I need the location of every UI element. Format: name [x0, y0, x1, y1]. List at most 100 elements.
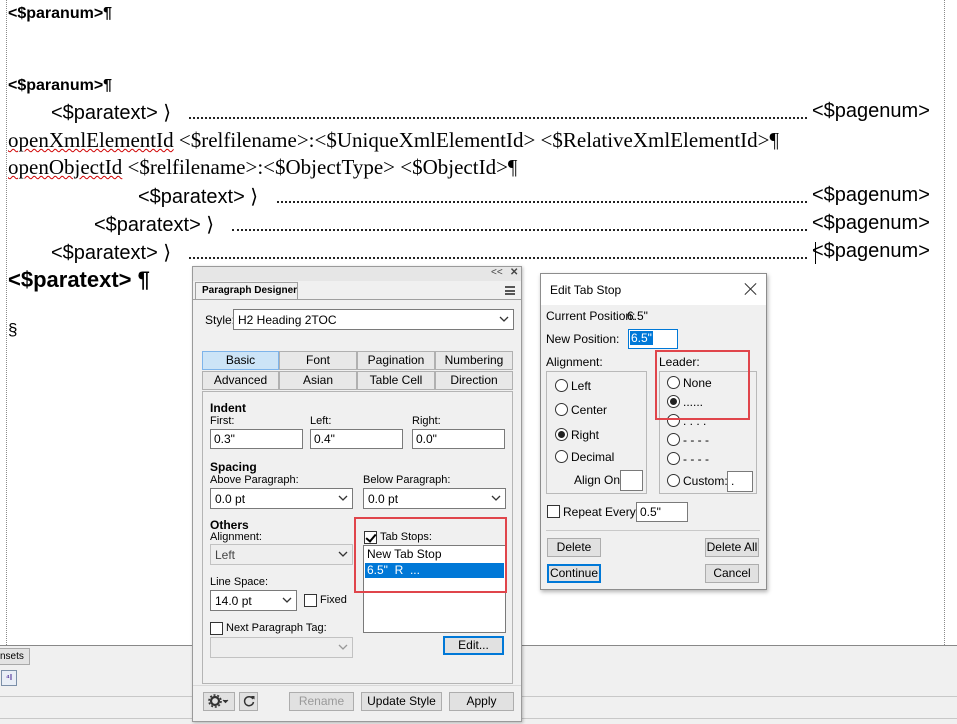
- footer-divider: [193, 685, 521, 686]
- settings-button[interactable]: [203, 692, 235, 711]
- align-decimal-radio[interactable]: [555, 450, 568, 463]
- rename-button[interactable]: Rename: [289, 692, 354, 711]
- tab-asian[interactable]: Asian: [279, 371, 357, 390]
- chevron-down-icon: [282, 597, 292, 603]
- continue-button[interactable]: Continue: [547, 564, 601, 583]
- toc-pagenum: <$pagenum>: [812, 100, 930, 122]
- align-on-label: Align On:: [574, 473, 624, 487]
- leader-spaced-dashes-radio[interactable]: [667, 452, 680, 465]
- above-paragraph-select[interactable]: 0.0 pt: [210, 488, 353, 509]
- new-position-label: New Position:: [546, 332, 620, 346]
- insert-text-icon[interactable]: ⁴I: [1, 670, 17, 686]
- dialog-title-bar: Edit Tab Stop: [541, 274, 766, 305]
- chevron-down-icon: [338, 551, 348, 557]
- below-paragraph-value: 0.0 pt: [368, 492, 399, 506]
- panel-title-tab[interactable]: Paragraph Designer: [195, 282, 298, 300]
- xml-element-prefix: openXmlElementId: [8, 128, 174, 152]
- line-space-label: Line Space:: [210, 576, 269, 588]
- tab-direction[interactable]: Direction: [435, 371, 513, 390]
- cancel-button[interactable]: Cancel: [705, 564, 759, 583]
- current-position-label: Current Position:: [546, 309, 636, 323]
- repeat-every-input[interactable]: 0.5": [636, 502, 688, 522]
- toc-paratext: <$paratext> ⟩: [51, 242, 172, 264]
- align-left-label: Left: [571, 379, 592, 393]
- object-id-prefix: openObjectId: [8, 155, 123, 179]
- leader-dashes-radio[interactable]: [667, 433, 680, 446]
- insets-tab[interactable]: nsets: [0, 648, 30, 665]
- collapse-icon[interactable]: <<: [491, 267, 503, 278]
- heading-paratext: <$paratext> ¶: [8, 267, 150, 292]
- tab-table-cell[interactable]: Table Cell: [357, 371, 435, 390]
- panel-tab-divider: [193, 299, 521, 300]
- align-left-radio[interactable]: [555, 379, 568, 392]
- edit-tab-stop-button[interactable]: Edit...: [443, 636, 504, 655]
- repeat-every-checkbox[interactable]: [547, 505, 560, 518]
- object-id-rest: <$relfilename>:<$ObjectType> <$ObjectId>…: [122, 155, 518, 179]
- below-paragraph-select[interactable]: 0.0 pt: [363, 488, 506, 509]
- leader-spaced-dashes-label: - - - -: [683, 452, 709, 466]
- dot-leader: [232, 229, 807, 231]
- left-margin-guide: [6, 0, 7, 645]
- current-position-value: 6.5": [627, 309, 648, 323]
- style-select[interactable]: H2 Heading 2TOC: [233, 309, 514, 330]
- fixed-checkbox[interactable]: [304, 594, 317, 607]
- tab-pagination[interactable]: Pagination: [357, 351, 435, 370]
- below-paragraph-label: Below Paragraph:: [363, 474, 451, 486]
- chevron-down-icon: [491, 495, 501, 501]
- update-style-button[interactable]: Update Style: [361, 692, 442, 711]
- right-indent-input[interactable]: 0.0": [412, 429, 505, 449]
- new-position-input[interactable]: 6.5": [628, 329, 678, 349]
- edit-tab-stop-dialog: Edit Tab Stop Current Position: 6.5" New…: [540, 273, 767, 590]
- xml-element-line: openXmlElementId <$relfilename>:<$Unique…: [8, 128, 779, 153]
- delete-all-button[interactable]: Delete All: [705, 538, 759, 557]
- paranum-line: <$paranum>¶: [8, 5, 113, 22]
- dot-leader: [189, 117, 807, 119]
- style-label: Style:: [205, 313, 236, 327]
- line-space-value: 14.0 pt: [215, 594, 252, 608]
- text-cursor: [815, 242, 816, 264]
- new-position-value: 6.5": [630, 331, 653, 345]
- align-right-label: Right: [571, 428, 600, 442]
- first-indent-input[interactable]: 0.3": [210, 429, 303, 449]
- paragraph-designer-panel: << ✕ Paragraph Designer Style: H2 Headin…: [192, 266, 522, 722]
- toc-paratext: <$paratext> ⟩: [94, 214, 215, 236]
- alignment-select[interactable]: Left: [210, 544, 353, 565]
- leader-custom-radio[interactable]: [667, 474, 680, 487]
- gear-icon: [208, 694, 229, 708]
- above-paragraph-label: Above Paragraph:: [210, 474, 299, 486]
- chevron-down-icon: [338, 644, 348, 650]
- left-indent-input[interactable]: 0.4": [310, 429, 403, 449]
- refresh-button[interactable]: [239, 692, 258, 711]
- align-center-label: Center: [571, 403, 608, 417]
- panel-top-bar: << ✕: [193, 267, 521, 281]
- left-indent-label: Left:: [310, 415, 332, 427]
- leader-custom-input[interactable]: .: [727, 471, 753, 492]
- tab-numbering[interactable]: Numbering: [435, 351, 513, 370]
- style-value: H2 Heading 2TOC: [238, 313, 337, 327]
- tab-font[interactable]: Font: [279, 351, 357, 370]
- right-indent-label: Right:: [412, 415, 441, 427]
- panel-menu-icon[interactable]: [505, 286, 515, 295]
- next-paragraph-tag-select[interactable]: [210, 637, 353, 658]
- align-on-input[interactable]: [620, 470, 643, 491]
- fixed-label: Fixed: [320, 594, 347, 606]
- leader-dashes-label: - - - -: [683, 433, 709, 447]
- next-paragraph-tag-checkbox[interactable]: [210, 622, 223, 635]
- toc-paratext: <$paratext> ⟩: [51, 102, 172, 124]
- close-icon[interactable]: ✕: [510, 267, 518, 278]
- dot-leader: [189, 257, 807, 259]
- tab-advanced[interactable]: Advanced: [202, 371, 279, 390]
- refresh-icon: [243, 695, 254, 707]
- align-right-radio[interactable]: [555, 428, 568, 441]
- align-center-radio[interactable]: [555, 403, 568, 416]
- xml-element-rest: <$relfilename>:<$UniqueXmlElementId> <$R…: [173, 128, 780, 152]
- dot-leader: [277, 201, 807, 203]
- delete-button[interactable]: Delete: [547, 538, 601, 557]
- toc-paratext: <$paratext> ⟩: [138, 186, 259, 208]
- line-space-select[interactable]: 14.0 pt: [210, 590, 297, 611]
- close-icon[interactable]: [744, 282, 758, 296]
- tab-basic[interactable]: Basic: [202, 351, 279, 370]
- chevron-down-icon: [338, 495, 348, 501]
- next-paragraph-tag-label: Next Paragraph Tag:: [226, 622, 327, 634]
- apply-button[interactable]: Apply: [449, 692, 514, 711]
